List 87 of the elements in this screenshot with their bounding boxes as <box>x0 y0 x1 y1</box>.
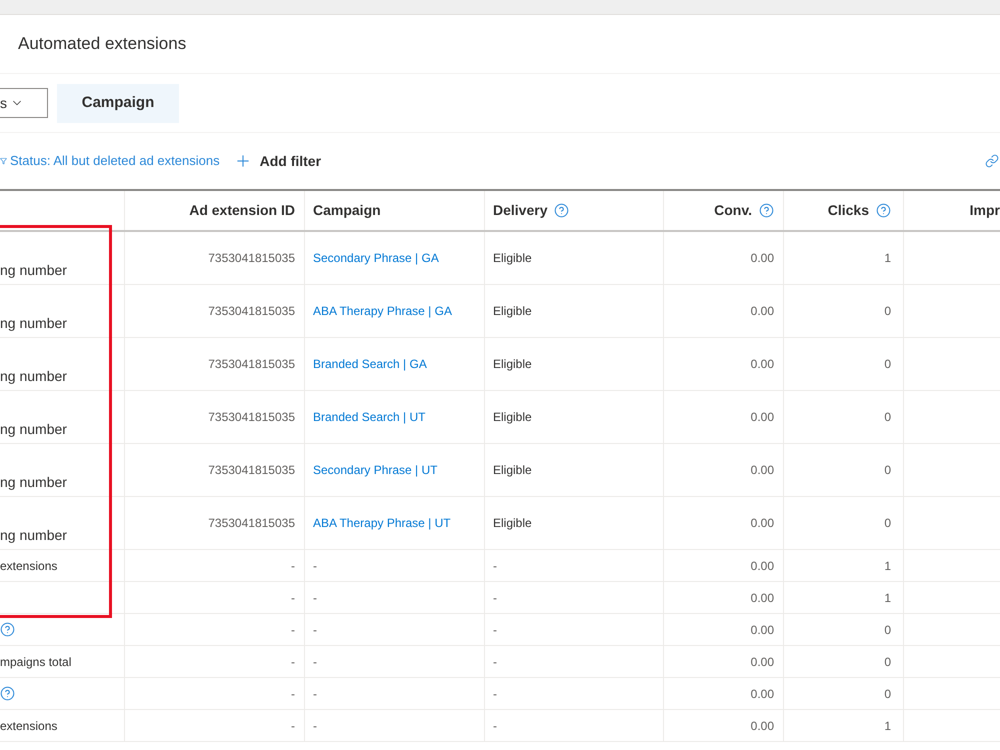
row-label: mpaigns total <box>0 654 72 670</box>
campaign-link[interactable]: ABA Therapy Phrase | GA <box>313 302 452 320</box>
conversions-value: 0.00 <box>750 590 774 606</box>
ad-extension-id: - <box>291 654 295 670</box>
delivery-status: Eligible <box>493 462 532 479</box>
ad-extension-id: 7353041815035 <box>208 462 295 479</box>
conversions-value: 0.00 <box>750 303 774 320</box>
delivery-status: Eligible <box>493 356 532 373</box>
conversions-value: 0.00 <box>750 250 774 267</box>
add-filter-button[interactable]: Add filter <box>234 150 322 172</box>
clicks-value: 1 <box>884 250 891 267</box>
campaign-link[interactable]: Branded Search | UT <box>313 408 426 426</box>
clicks-value: 1 <box>884 718 891 734</box>
conversions-value: 0.00 <box>750 515 774 532</box>
help-icon[interactable] <box>554 203 570 218</box>
column-header[interactable]: Ad extension ID <box>189 200 295 221</box>
page-title: Automated extensions <box>18 33 186 56</box>
row-label: extensions <box>0 718 58 734</box>
clicks-value: 0 <box>884 462 891 479</box>
clicks-value: 0 <box>884 409 891 426</box>
clicks-value: 1 <box>884 590 891 606</box>
ad-extension-id: 7353041815035 <box>208 515 295 532</box>
conversions-value: 0.00 <box>750 409 774 426</box>
campaign-value: - <box>313 654 317 670</box>
campaign-value: - <box>313 622 317 638</box>
campaign-value: - <box>313 558 317 574</box>
column-header[interactable]: Delivery <box>493 200 548 221</box>
view-dropdown[interactable]: s <box>0 88 48 118</box>
conversions-value: 0.00 <box>750 356 774 373</box>
ad-extension-id: - <box>291 622 295 638</box>
clicks-value: 0 <box>884 515 891 532</box>
delivery-status: Eligible <box>493 303 532 320</box>
campaign-value: - <box>313 686 317 702</box>
row-label: ng number <box>0 420 67 438</box>
delivery-status: Eligible <box>493 250 532 267</box>
delivery-status: - <box>493 718 497 734</box>
row-label: ng number <box>0 367 67 385</box>
help-icon[interactable] <box>759 203 774 218</box>
row-label: extensions <box>0 558 58 574</box>
campaign-value: - <box>313 718 317 734</box>
ad-extension-id: - <box>291 590 295 606</box>
row-label: ng number <box>0 526 67 544</box>
delivery-status: - <box>493 654 497 670</box>
filter-icon <box>0 156 7 166</box>
delivery-status: - <box>493 686 497 702</box>
ad-extension-id: 7353041815035 <box>208 303 295 320</box>
conversions-value: 0.00 <box>750 558 774 574</box>
column-header[interactable]: Campaign <box>313 200 381 221</box>
clicks-value: 0 <box>884 686 891 702</box>
clicks-value: 0 <box>884 303 891 320</box>
delivery-status: Eligible <box>493 515 532 532</box>
campaign-link[interactable]: Secondary Phrase | GA <box>313 249 439 267</box>
column-header[interactable]: Conv. <box>714 200 752 221</box>
clicks-value: 0 <box>884 622 891 638</box>
delivery-status: - <box>493 590 497 606</box>
campaign-link[interactable]: Branded Search | GA <box>313 355 427 373</box>
conversions-value: 0.00 <box>750 654 774 670</box>
help-icon[interactable] <box>0 622 15 637</box>
campaign-link[interactable]: Secondary Phrase | UT <box>313 461 438 479</box>
ad-extension-id: 7353041815035 <box>208 356 295 373</box>
row-label: ng number <box>0 473 67 491</box>
ad-extension-id: - <box>291 686 295 702</box>
clicks-value: 1 <box>884 558 891 574</box>
row-label: ng number <box>0 261 67 279</box>
conversions-value: 0.00 <box>750 622 774 638</box>
clicks-value: 0 <box>884 654 891 670</box>
delivery-status: - <box>493 558 497 574</box>
campaign-link[interactable]: ABA Therapy Phrase | UT <box>313 514 451 532</box>
delivery-status: - <box>493 622 497 638</box>
ad-extension-id: - <box>291 718 295 734</box>
campaign-tab[interactable]: Campaign <box>57 84 179 122</box>
help-icon[interactable] <box>0 686 15 701</box>
column-header[interactable]: Impr <box>970 200 1000 221</box>
ad-extension-id: 7353041815035 <box>208 409 295 426</box>
chain-icon[interactable] <box>985 154 999 168</box>
ad-extension-id: - <box>291 558 295 574</box>
column-header[interactable]: Clicks <box>828 200 869 221</box>
campaign-value: - <box>313 590 317 606</box>
conversions-value: 0.00 <box>750 686 774 702</box>
help-icon[interactable] <box>876 203 891 218</box>
ad-extension-id: 7353041815035 <box>208 250 295 267</box>
clicks-value: 0 <box>884 356 891 373</box>
status-filter-link[interactable]: Status: All but deleted ad extensions <box>10 151 220 171</box>
conversions-value: 0.00 <box>750 462 774 479</box>
row-label: ng number <box>0 314 67 332</box>
delivery-status: Eligible <box>493 409 532 426</box>
conversions-value: 0.00 <box>750 718 774 734</box>
